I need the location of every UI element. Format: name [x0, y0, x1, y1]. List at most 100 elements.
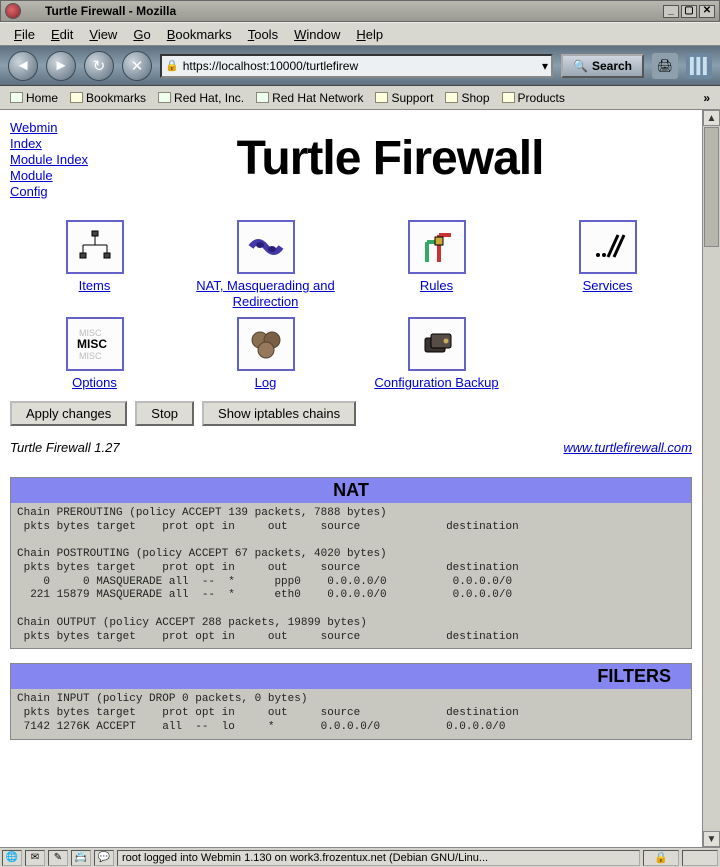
version-text: Turtle Firewall 1.27 — [10, 440, 120, 455]
mozilla-throbber-icon — [686, 53, 712, 79]
stop-button[interactable]: ✕ — [122, 51, 152, 81]
page-title: Turtle Firewall — [88, 116, 692, 196]
bm-bookmarks[interactable]: Bookmarks — [66, 90, 150, 106]
bm-redhat[interactable]: Red Hat, Inc. — [154, 90, 248, 106]
services-icon[interactable] — [579, 220, 637, 274]
cell-services: Services — [523, 220, 692, 309]
reload-button[interactable]: ↻ — [84, 51, 114, 81]
site-link[interactable]: www.turtlefirewall.com — [563, 440, 692, 455]
menubar: File Edit View Go Bookmarks Tools Window… — [0, 22, 720, 46]
folder-icon — [375, 92, 388, 103]
svg-text:MISC: MISC — [77, 337, 107, 351]
scroll-track[interactable] — [703, 248, 720, 831]
menu-file[interactable]: File — [6, 25, 43, 44]
link-module-index[interactable]: Module Index — [10, 152, 88, 167]
cell-items: Items — [10, 220, 179, 309]
cell-log: Log — [181, 317, 350, 391]
stop-button-page[interactable]: Stop — [135, 401, 194, 426]
log-icon[interactable] — [237, 317, 295, 371]
bookmark-toolbar: Home Bookmarks Red Hat, Inc. Red Hat Net… — [0, 86, 720, 110]
bm-support[interactable]: Support — [371, 90, 437, 106]
back-button[interactable]: ◄ — [8, 51, 38, 81]
navigator-icon[interactable]: 🌐 — [2, 850, 22, 866]
cell-options: MISCMISCMISC Options — [10, 317, 179, 391]
composer-icon[interactable]: ✎ — [48, 850, 68, 866]
menu-help[interactable]: Help — [348, 25, 391, 44]
nat-icon[interactable] — [237, 220, 295, 274]
mail-icon[interactable]: ✉ — [25, 850, 45, 866]
show-iptables-button[interactable]: Show iptables chains — [202, 401, 356, 426]
search-icon: 🔍 — [573, 59, 588, 73]
link-options[interactable]: Options — [72, 375, 117, 391]
addressbook-icon[interactable]: 📇 — [71, 850, 91, 866]
link-webmin[interactable]: Webmin — [10, 120, 88, 135]
statusbar: 🌐 ✉ ✎ 📇 💬 root logged into Webmin 1.130 … — [0, 847, 720, 867]
menu-window[interactable]: Window — [286, 25, 348, 44]
filters-section: FILTERS Chain INPUT (policy DROP 0 packe… — [10, 663, 692, 739]
mozilla-icon — [5, 3, 21, 19]
nat-title: NAT — [11, 478, 691, 503]
scroll-up-icon[interactable]: ▲ — [703, 110, 720, 126]
search-button[interactable]: 🔍 Search — [561, 54, 644, 78]
bm-home[interactable]: Home — [6, 90, 62, 106]
print-button[interactable]: 🖨 — [652, 53, 678, 79]
link-log[interactable]: Log — [255, 375, 277, 391]
filters-body: Chain INPUT (policy DROP 0 packets, 0 by… — [11, 689, 691, 738]
cell-nat: NAT, Masquerading and Redirection — [181, 220, 350, 309]
bookmark-icon — [158, 92, 171, 103]
link-services[interactable]: Services — [583, 278, 633, 294]
menu-bookmarks[interactable]: Bookmarks — [159, 25, 240, 44]
forward-button[interactable]: ► — [46, 51, 76, 81]
content-area: Webmin Index Module Index Module Config … — [0, 110, 720, 847]
status-message: root logged into Webmin 1.130 on work3.f… — [117, 850, 640, 866]
link-module[interactable]: Module — [10, 168, 88, 183]
nat-body: Chain PREROUTING (policy ACCEPT 139 pack… — [11, 503, 691, 649]
items-icon[interactable] — [66, 220, 124, 274]
irc-icon[interactable]: 💬 — [94, 850, 114, 866]
link-nat[interactable]: NAT, Masquerading and Redirection — [181, 278, 350, 309]
link-backup[interactable]: Configuration Backup — [374, 375, 498, 391]
menu-view[interactable]: View — [81, 25, 125, 44]
minimize-button[interactable]: _ — [663, 5, 679, 18]
lock-icon: 🔒 — [165, 59, 179, 72]
options-icon[interactable]: MISCMISCMISC — [66, 317, 124, 371]
url-input[interactable] — [183, 59, 542, 73]
nav-toolbar: ◄ ► ↻ ✕ 🔒 ▾ 🔍 Search 🖨 — [0, 46, 720, 86]
url-dropdown-icon[interactable]: ▾ — [542, 59, 548, 73]
page-body: Webmin Index Module Index Module Config … — [0, 110, 702, 847]
bm-products[interactable]: Products — [498, 90, 569, 106]
window-titlebar: Turtle Firewall - Mozilla _ ▢ ✕ — [0, 0, 720, 22]
rules-icon[interactable] — [408, 220, 466, 274]
scroll-thumb[interactable] — [704, 127, 719, 247]
menu-tools[interactable]: Tools — [240, 25, 286, 44]
security-indicator[interactable]: 🔒 — [643, 850, 679, 866]
nat-section: NAT Chain PREROUTING (policy ACCEPT 139 … — [10, 477, 692, 650]
backup-icon[interactable] — [408, 317, 466, 371]
folder-icon — [445, 92, 458, 103]
link-index[interactable]: Index — [10, 136, 88, 151]
home-icon — [10, 92, 23, 103]
window-title: Turtle Firewall - Mozilla — [45, 4, 661, 18]
scroll-down-icon[interactable]: ▼ — [703, 831, 720, 847]
bm-shop[interactable]: Shop — [441, 90, 493, 106]
link-config[interactable]: Config — [10, 184, 88, 199]
url-bar[interactable]: 🔒 ▾ — [160, 54, 553, 78]
vertical-scrollbar[interactable]: ▲ ▼ — [702, 110, 720, 847]
offline-indicator[interactable] — [682, 850, 718, 866]
cell-backup: Configuration Backup — [352, 317, 521, 391]
link-items[interactable]: Items — [79, 278, 111, 294]
bookmark-overflow[interactable]: » — [699, 91, 714, 105]
link-rules[interactable]: Rules — [420, 278, 453, 294]
folder-icon — [70, 92, 83, 103]
close-button[interactable]: ✕ — [699, 5, 715, 18]
bm-rhn[interactable]: Red Hat Network — [252, 90, 367, 106]
filters-title: FILTERS — [11, 664, 691, 689]
icon-grid: Items NAT, Masquerading and Redirection … — [10, 220, 692, 391]
cell-rules: Rules — [352, 220, 521, 309]
apply-changes-button[interactable]: Apply changes — [10, 401, 127, 426]
footer-row: Turtle Firewall 1.27 www.turtlefirewall.… — [10, 440, 692, 455]
maximize-button[interactable]: ▢ — [681, 5, 697, 18]
menu-go[interactable]: Go — [125, 25, 158, 44]
menu-edit[interactable]: Edit — [43, 25, 81, 44]
action-buttons: Apply changes Stop Show iptables chains — [10, 401, 692, 426]
